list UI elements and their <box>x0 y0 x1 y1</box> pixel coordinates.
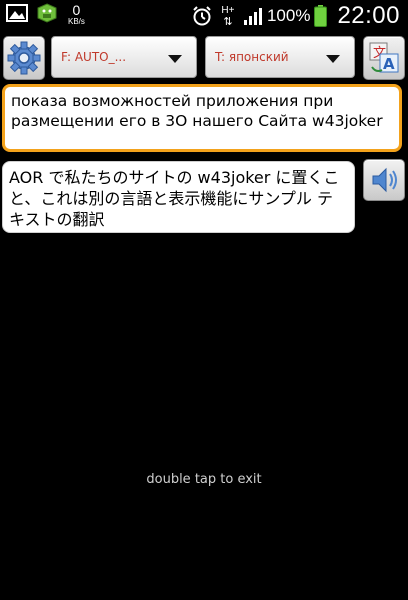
network-speed-value: 0 <box>72 2 81 18</box>
alarm-icon <box>193 6 211 26</box>
translate-button[interactable]: 文 A <box>363 36 405 80</box>
source-language-spinner[interactable]: F: AUTO_... <box>51 36 197 78</box>
speaker-icon <box>372 167 397 193</box>
battery-percent: 100% <box>266 6 311 25</box>
speak-button[interactable] <box>363 159 405 201</box>
target-language-spinner[interactable]: T: японский <box>205 36 355 78</box>
chevron-down-icon <box>168 55 182 63</box>
translated-text-output: AOR で私たちのサイトの w43joker に置くこと、これは別の言語と表示機… <box>2 161 355 233</box>
toolbar: F: AUTO_... T: японский 文 A <box>0 30 408 84</box>
network-speed: 0 KB/s <box>68 3 85 26</box>
gear-icon <box>7 41 41 75</box>
data-arrows-icon: H+ ⇅ <box>221 4 235 28</box>
exit-hint: double tap to exit <box>146 472 262 487</box>
android-bug-icon <box>37 3 57 23</box>
gallery-icon <box>6 4 28 22</box>
battery-icon <box>314 5 328 27</box>
svg-text:A: A <box>383 55 395 73</box>
target-language-value: T: японский <box>215 50 289 64</box>
translate-icon: 文 A <box>369 42 399 73</box>
source-language-value: F: AUTO_... <box>61 50 127 64</box>
signal-icon <box>243 8 262 25</box>
chevron-down-icon <box>326 55 340 63</box>
source-text-input[interactable]: показа возможностей приложения при разме… <box>2 84 402 152</box>
status-bar: 0 KB/s H+ ⇅ 100% 22:00 <box>0 0 408 30</box>
network-speed-unit: KB/s <box>68 17 85 26</box>
clock: 22:00 <box>337 2 400 29</box>
network-type: H+ <box>221 4 235 16</box>
settings-button[interactable] <box>3 36 45 80</box>
